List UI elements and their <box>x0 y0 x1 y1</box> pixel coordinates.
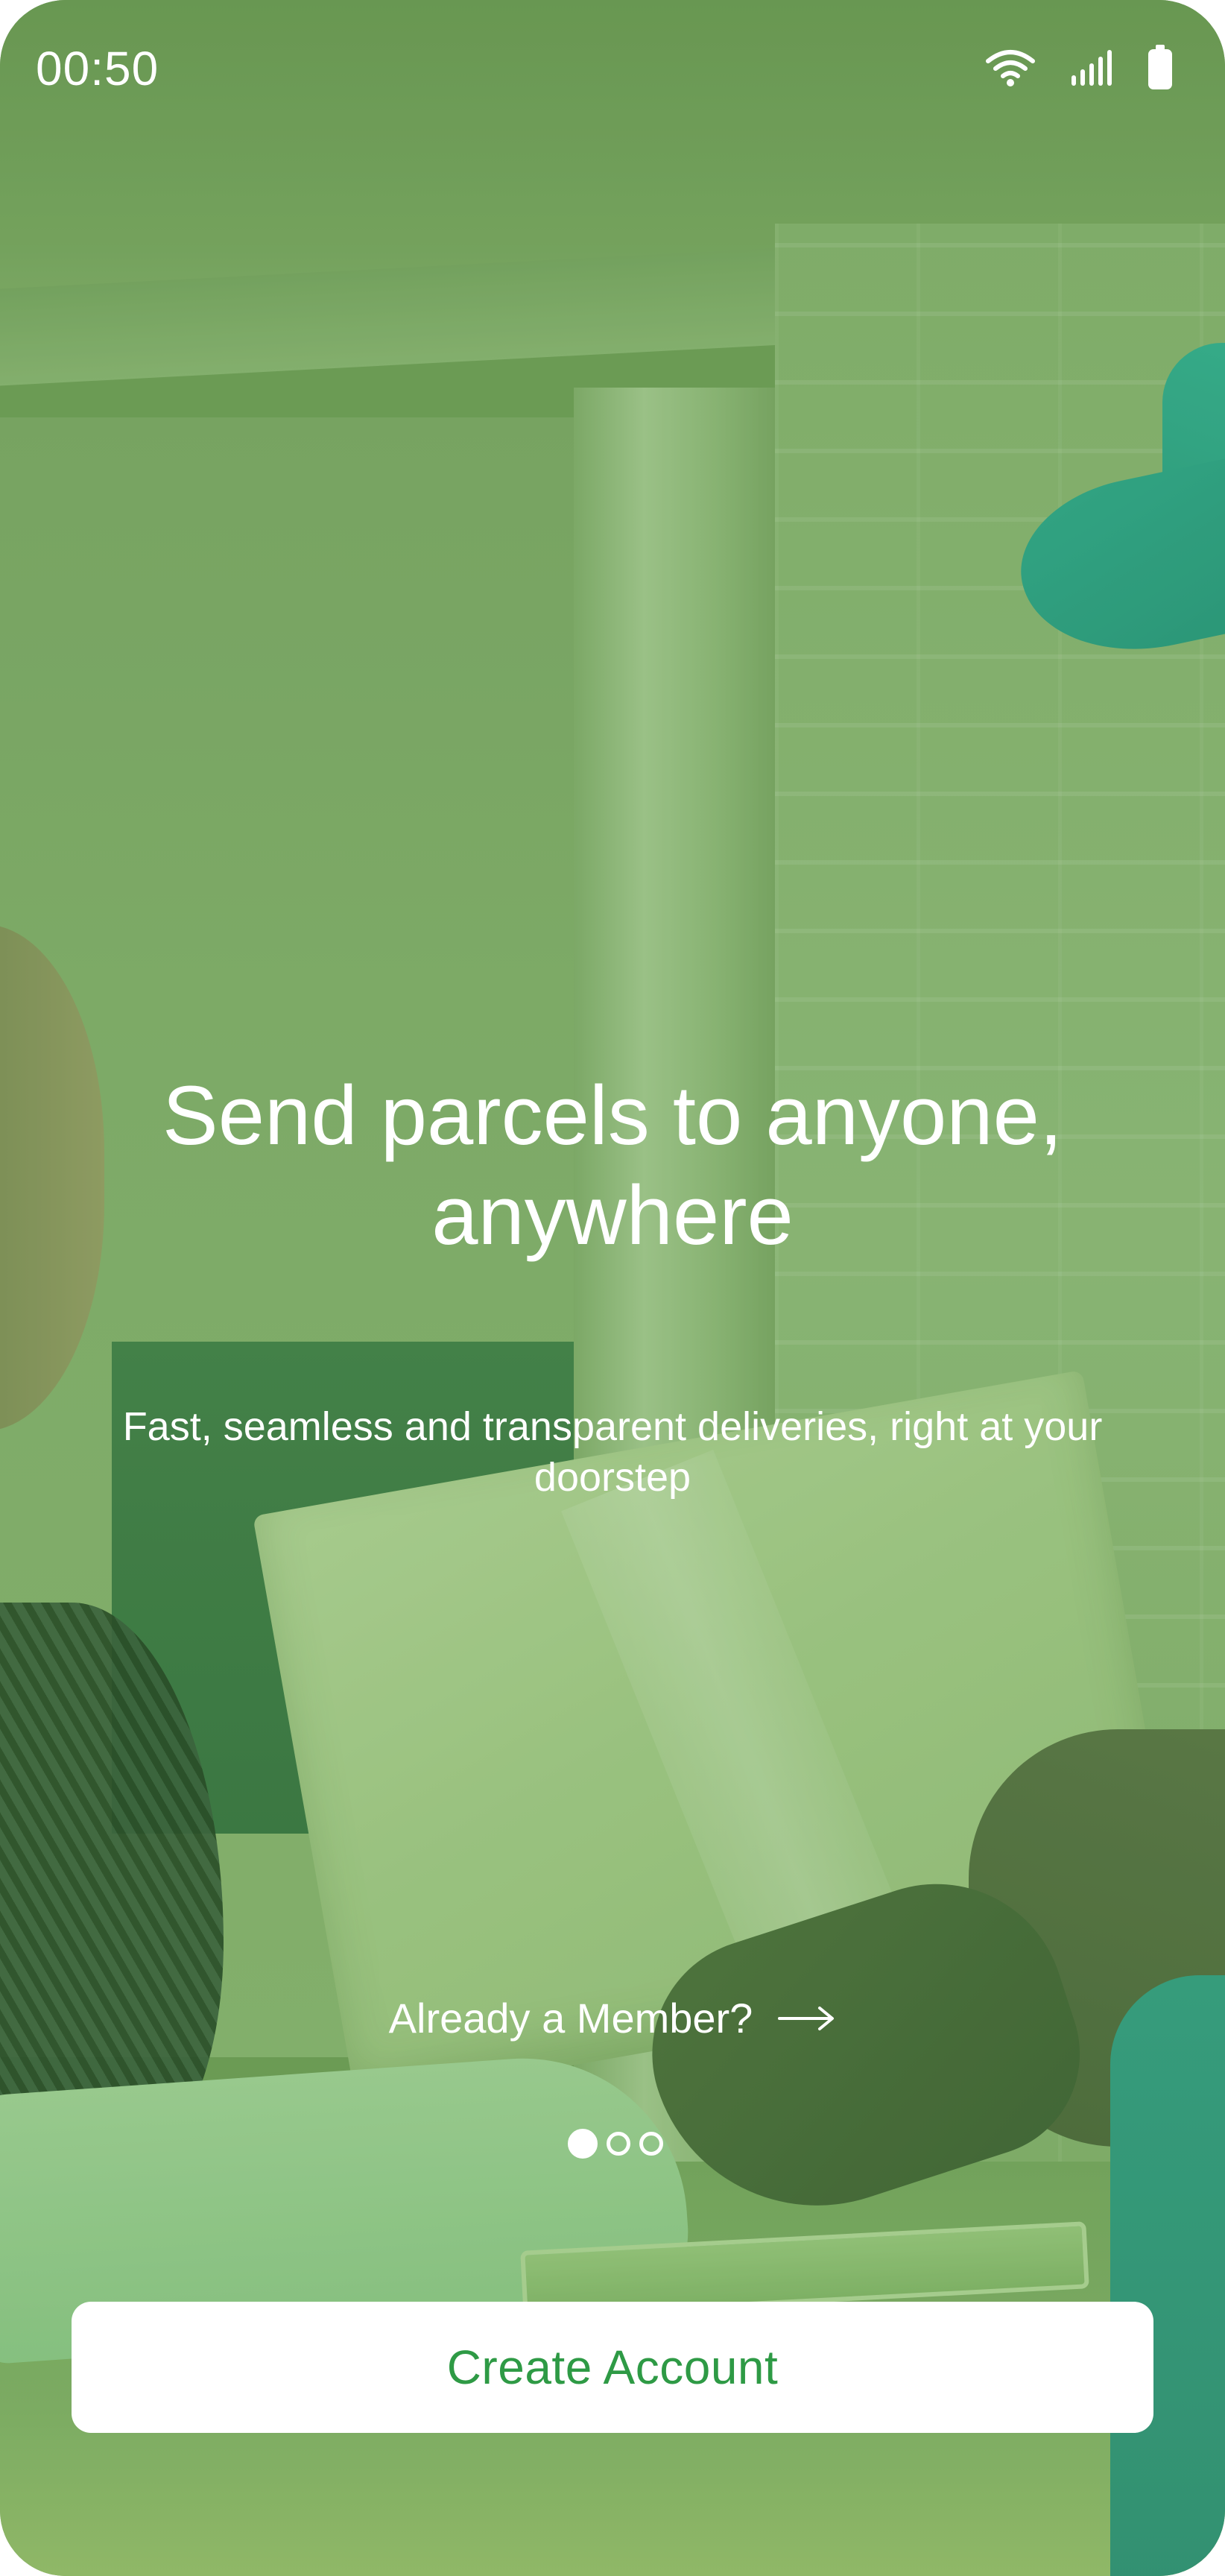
wifi-icon <box>985 48 1036 86</box>
battery-icon <box>1148 45 1173 89</box>
background-photo <box>0 0 1225 2576</box>
status-time: 00:50 <box>36 42 159 95</box>
status-icons <box>985 43 1173 91</box>
page-indicator <box>0 2129 1225 2159</box>
status-bar: 00:50 <box>0 0 1225 134</box>
page-subtitle: Fast, seamless and transparent deliverie… <box>122 1404 1103 1500</box>
arrow-right-icon <box>778 2004 836 2033</box>
page-dot[interactable] <box>607 2132 630 2156</box>
sign-in-link-label: Already a Member? <box>388 1995 753 2042</box>
page-title: Send parcels to anyone, anywhere <box>162 1069 1063 1262</box>
create-account-button[interactable]: Create Account <box>72 2302 1153 2433</box>
signal-icon <box>1070 48 1113 86</box>
page-dot-active[interactable] <box>568 2129 598 2159</box>
sign-in-link[interactable]: Already a Member? <box>0 1992 1225 2045</box>
green-tint-overlay <box>0 0 1225 2576</box>
page-dot[interactable] <box>639 2132 663 2156</box>
onboarding-screen: 00:50 Send parcels to anyone, anywhere F… <box>0 0 1225 2576</box>
